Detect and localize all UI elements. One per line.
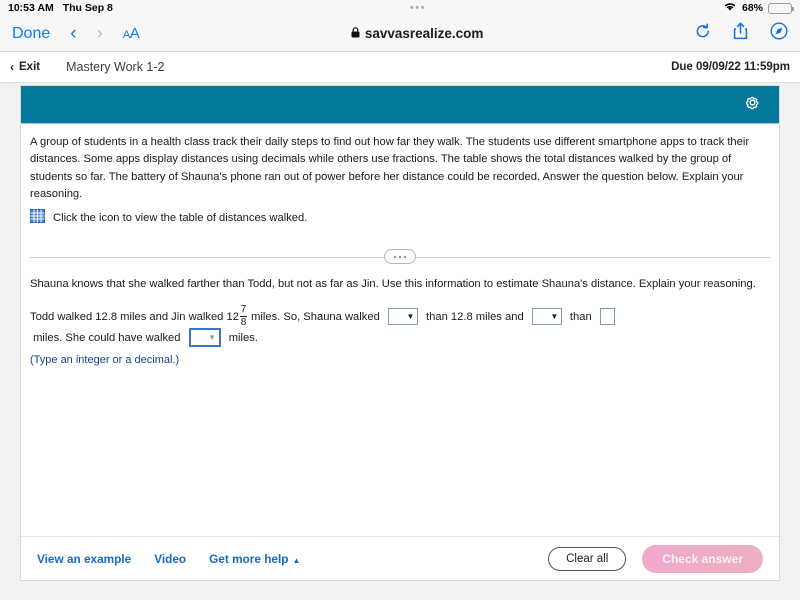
lock-icon <box>351 25 360 43</box>
check-answer-button[interactable]: Check answer <box>642 544 763 573</box>
answer-entry-line: Todd walked 12.8 miles and Jin walked 12… <box>21 293 779 348</box>
answer-text-part-5: miles. She could have walked <box>30 331 184 344</box>
address-bar[interactable]: savvasrealize.com <box>139 25 695 43</box>
chevron-left-icon: ‹ <box>10 60 14 74</box>
resizable-divider[interactable] <box>21 248 779 266</box>
distance-dropdown-3[interactable]: ▼ <box>188 328 221 348</box>
dropdown-2-value <box>532 309 548 325</box>
battery-percent-label: 68% <box>741 2 763 14</box>
gear-icon[interactable] <box>744 94 761 116</box>
page-area: A group of students in a health class tr… <box>0 83 800 600</box>
dropdown-3-value <box>190 330 206 346</box>
exit-button[interactable]: ‹ Exit <box>10 60 40 74</box>
share-icon[interactable] <box>733 22 748 45</box>
question-text: Shauna knows that she walked farther tha… <box>30 278 756 291</box>
text-size-button[interactable]: AA <box>123 25 140 42</box>
answer-text-part-3: than 12.8 miles and <box>422 310 527 323</box>
answer-text-part-6: miles. <box>225 331 258 344</box>
ios-status-bar: 10:53 AM Thu Sep 8 ••• 68% <box>0 0 800 16</box>
done-button[interactable]: Done <box>12 25 50 43</box>
status-time: 10:53 AM <box>8 2 54 14</box>
forward-navigation-icon: › <box>96 23 103 44</box>
status-bar-center: ••• <box>113 2 723 14</box>
view-table-label: Click the icon to view the table of dist… <box>53 211 308 224</box>
safari-toolbar: Done ‹ › AA savvasrealize.com <box>0 16 800 52</box>
video-link[interactable]: Video <box>154 552 186 566</box>
view-table-row[interactable]: Click the icon to view the table of dist… <box>21 203 779 226</box>
chevron-down-icon[interactable]: ▼ <box>547 309 561 325</box>
assignment-bar: ‹ Exit Mastery Work 1-2 Due 09/09/22 11:… <box>0 52 800 83</box>
numeric-blank-input[interactable] <box>599 308 615 326</box>
help-links: View an example Video Get more help ▲ <box>37 552 300 566</box>
fraction-denominator: 8 <box>240 317 247 329</box>
chevron-down-icon[interactable]: ▼ <box>403 309 417 325</box>
grid-table-icon[interactable] <box>30 209 45 226</box>
handle-dot <box>398 255 402 259</box>
get-more-help-link[interactable]: Get more help ▲ <box>209 552 300 566</box>
safari-toolbar-left: Done ‹ › AA <box>12 23 140 44</box>
status-bar-right: 68% <box>723 1 794 15</box>
battery-icon <box>768 2 794 14</box>
fraction-seven-eighths: 7 8 <box>239 304 247 329</box>
answer-text-part-1: Todd walked 12.8 miles and Jin walked 12 <box>30 310 239 323</box>
get-more-help-label: Get more help <box>209 551 289 566</box>
status-bar-left: 10:53 AM Thu Sep 8 <box>8 2 113 14</box>
text-size-label: A <box>129 25 140 42</box>
compass-icon[interactable] <box>770 22 788 45</box>
chevron-down-icon[interactable]: ▼ <box>205 330 219 346</box>
fraction-numerator: 7 <box>240 304 247 316</box>
view-an-example-link[interactable]: View an example <box>37 552 131 566</box>
comparison-dropdown-2[interactable]: ▼ <box>531 308 562 326</box>
exercise-header-band <box>21 86 779 124</box>
answer-text-part-2: miles. So, Shauna walked <box>247 310 383 323</box>
assignment-title: Mastery Work 1-2 <box>66 60 165 74</box>
dropdown-1-value <box>388 309 404 325</box>
due-date-label: Due 09/09/22 11:59pm <box>671 61 790 73</box>
caret-up-icon: ▲ <box>292 555 301 565</box>
clear-all-button[interactable]: Clear all <box>548 546 627 571</box>
exercise-footer: View an example Video Get more help ▲ Cle… <box>21 536 779 580</box>
comparison-dropdown-1[interactable]: ▼ <box>387 308 418 326</box>
exit-label: Exit <box>19 61 41 73</box>
back-navigation-icon[interactable]: ‹ <box>70 24 76 43</box>
reload-icon[interactable] <box>695 22 711 45</box>
handle-dot <box>393 255 397 259</box>
safari-toolbar-right <box>695 22 788 45</box>
answer-text-part-4: than <box>566 310 595 323</box>
exercise-card: A group of students in a health class tr… <box>20 85 780 581</box>
status-date: Thu Sep 8 <box>62 2 113 14</box>
footer-actions: Clear all Check answer <box>548 544 763 573</box>
url-text: savvasrealize.com <box>364 26 484 41</box>
wifi-icon <box>723 1 737 15</box>
exercise-prompt: A group of students in a health class tr… <box>30 136 750 201</box>
handle-dot <box>403 255 407 259</box>
drag-handle-icon[interactable] <box>384 249 416 265</box>
input-format-hint: (Type an integer or a decimal.) <box>30 354 180 367</box>
multitask-dots-icon[interactable]: ••• <box>410 2 426 14</box>
